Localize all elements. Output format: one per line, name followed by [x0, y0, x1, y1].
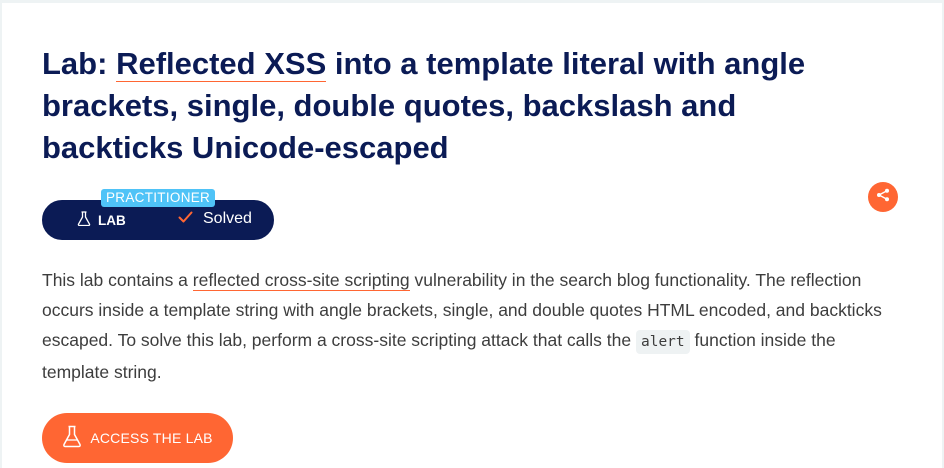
lab-label: LAB	[98, 212, 126, 228]
level-tag: PRACTITIONER	[101, 189, 216, 207]
lab-description: This lab contains a reflected cross-site…	[42, 265, 902, 387]
solved-label: Solved	[203, 210, 252, 227]
flask-icon	[77, 211, 91, 229]
lab-label-group: LAB	[77, 211, 126, 229]
share-button[interactable]	[868, 182, 898, 212]
share-icon	[876, 188, 890, 207]
description-text: This lab contains a	[42, 270, 193, 290]
access-lab-label: ACCESS THE LAB	[90, 430, 213, 446]
flask-icon	[62, 425, 82, 451]
reflected-xss-link[interactable]: reflected cross-site scripting	[192, 270, 410, 291]
alert-code: alert	[635, 330, 690, 354]
check-icon	[178, 210, 193, 228]
page-title: Lab: Reflected XSS into a template liter…	[42, 43, 882, 169]
title-prefix: Lab:	[42, 46, 117, 81]
title-topic-link[interactable]: Reflected XSS	[116, 46, 327, 82]
access-lab-button[interactable]: ACCESS THE LAB	[42, 413, 233, 463]
solved-status: Solved	[178, 210, 252, 228]
